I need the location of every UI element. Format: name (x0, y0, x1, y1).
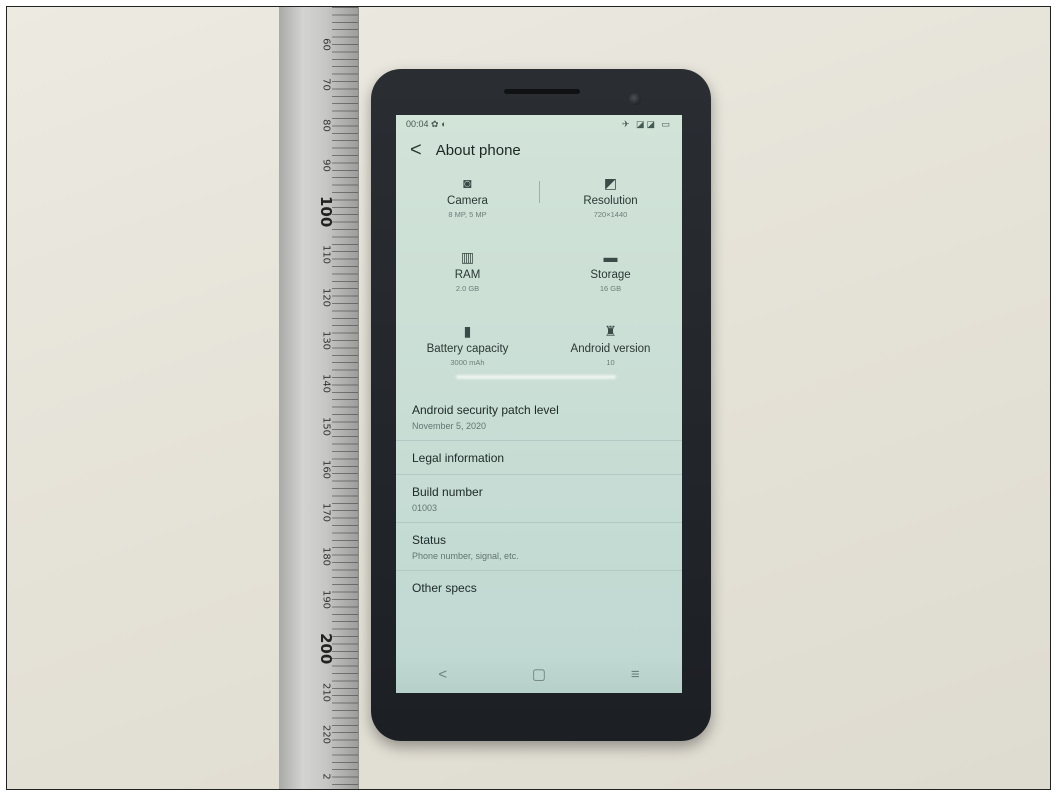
ruler-number: 220 (320, 724, 332, 745)
status-bar: 00:04 ✿ ◐ ✈ ◪◪ ▭ (396, 115, 682, 133)
phone-device: 00:04 ✿ ◐ ✈ ◪◪ ▭ < About phone ◙ Camera … (371, 69, 711, 741)
ruler-number: 120 (320, 287, 332, 308)
spec-value: 720×1440 (593, 210, 628, 219)
nav-home-icon[interactable]: ▢ (532, 665, 546, 683)
phone-screen: 00:04 ✿ ◐ ✈ ◪◪ ▭ < About phone ◙ Camera … (396, 115, 682, 693)
ruler: 60 70 80 90 100 110 120 130 140 150 160 … (279, 7, 359, 789)
ruler-number: 60 (320, 38, 332, 51)
ruler-number: 100 (317, 196, 335, 228)
ruler-number: 190 (320, 589, 332, 610)
spec-value: 8 MP, 5 MP (448, 210, 487, 219)
app-bar: < About phone (396, 133, 682, 167)
ruler-number: 180 (320, 546, 332, 567)
spec-label: Camera (447, 195, 488, 207)
spec-battery: ▮ Battery capacity 3000 mAh (396, 317, 539, 391)
spec-value: 10 (606, 358, 615, 367)
navigation-bar: < ▢ ≡ (396, 655, 682, 693)
battery-icon: ▮ (463, 323, 472, 339)
storage-icon: ▬ (603, 249, 618, 265)
spec-value: 3000 mAh (450, 358, 485, 367)
spec-label: RAM (454, 269, 481, 281)
status-time: 00:04 (406, 118, 429, 129)
chevron-left-icon[interactable]: < (410, 140, 422, 160)
list-item-other-specs[interactable]: Other specs (396, 571, 682, 604)
list-item-title: Other specs (412, 581, 477, 595)
page-title: About phone (435, 141, 521, 159)
ruler-number: 110 (320, 244, 332, 265)
resolution-icon: ◩ (603, 175, 618, 191)
spec-resolution: ◩ Resolution 720×1440 (539, 169, 682, 243)
list-item-security-patch[interactable]: Android security patch level November 5,… (396, 393, 682, 441)
ruler-number: 70 (320, 78, 332, 91)
list-item-title: Legal information (412, 451, 505, 465)
spec-value: 2.0 GB (455, 284, 480, 293)
list-item-title: Build number (412, 485, 483, 499)
spec-value: 16 GB (599, 284, 622, 293)
list-item-title: Status (412, 533, 447, 547)
spec-ram: ▥ RAM 2.0 GB (396, 243, 539, 317)
list-item-subtitle: Phone number, signal, etc. (412, 551, 519, 561)
ruler-number: 140 (320, 373, 332, 394)
ruler-number: 80 (320, 119, 332, 132)
earpiece-speaker (504, 89, 580, 94)
list-item-build-number[interactable]: Build number 01003 (396, 475, 682, 523)
spec-storage: ▬ Storage 16 GB (539, 243, 682, 317)
screen-glare (456, 375, 616, 379)
ruler-number: 2 (320, 773, 332, 780)
spec-label: Battery capacity (426, 343, 509, 355)
list-item-subtitle: 01003 (412, 503, 438, 513)
list-item-legal-information[interactable]: Legal information (396, 441, 682, 475)
ruler-number: 170 (320, 502, 332, 523)
nav-menu-icon[interactable]: ≡ (631, 666, 640, 683)
list-item-title: Android security patch level (412, 403, 559, 417)
ruler-number: 90 (320, 159, 332, 172)
notification-icons: ✿ ◐ (431, 118, 447, 129)
spec-grid: ◙ Camera 8 MP, 5 MP ◩ Resolution 720×144… (396, 167, 682, 391)
settings-list: Android security patch level November 5,… (396, 393, 682, 604)
ruler-number: 150 (320, 416, 332, 437)
ram-icon: ▥ (460, 249, 475, 265)
spec-label: Resolution (583, 195, 638, 207)
front-camera (629, 93, 641, 105)
ruler-ticks (332, 7, 358, 789)
camera-icon: ◙ (463, 175, 472, 191)
android-icon: ♜ (604, 323, 617, 339)
spec-label: Android version (570, 343, 651, 355)
ruler-number: 130 (320, 330, 332, 351)
system-status-icons: ✈ ◪◪ ▭ (621, 118, 672, 129)
list-item-subtitle: November 5, 2020 (412, 421, 487, 431)
spec-android-version: ♜ Android version 10 (539, 317, 682, 391)
spec-camera: ◙ Camera 8 MP, 5 MP (396, 169, 539, 243)
nav-back-icon[interactable]: < (438, 666, 447, 683)
ruler-number: 200 (317, 633, 335, 665)
photo-frame: 60 70 80 90 100 110 120 130 140 150 160 … (6, 6, 1051, 790)
ruler-number: 210 (320, 682, 332, 703)
list-item-status[interactable]: Status Phone number, signal, etc. (396, 523, 682, 571)
spec-label: Storage (590, 269, 631, 281)
ruler-number: 160 (320, 459, 332, 480)
